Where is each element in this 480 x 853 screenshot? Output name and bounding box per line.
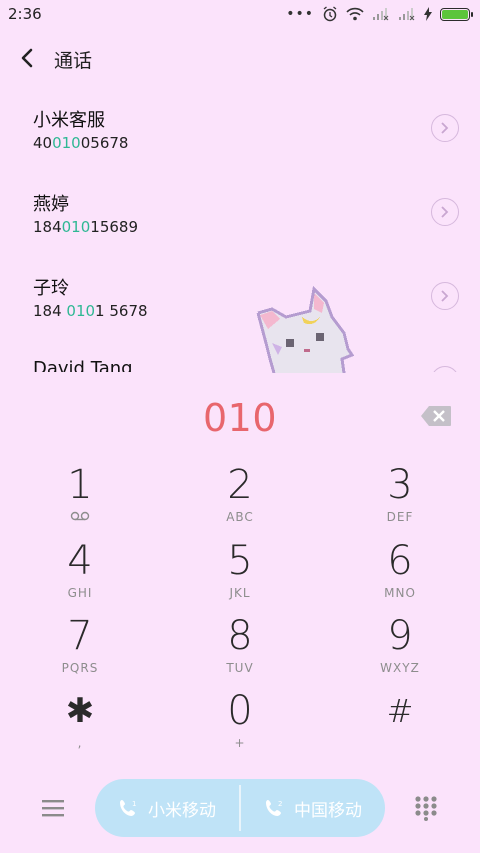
contact-name: David Tang [33, 358, 133, 372]
key-1[interactable]: 1 [0, 462, 160, 538]
status-bar: 2:36 ••• [0, 0, 480, 28]
backspace-icon[interactable] [420, 405, 452, 427]
contact-number: 184 0101 5678 [33, 302, 148, 320]
call-sim1-button[interactable]: 1 小米移动 [95, 779, 239, 837]
voicemail-icon [70, 511, 90, 521]
key-2[interactable]: 2 ABC [160, 462, 320, 538]
contact-row[interactable]: 小米客服 4001005678 [0, 92, 480, 176]
pixel-cat-sticker [256, 285, 355, 373]
key-6[interactable]: 6 MNO [320, 538, 480, 614]
contact-row[interactable]: 燕婷 18401015689 [0, 176, 480, 260]
header: 通话 [0, 40, 480, 76]
page-title: 通话 [54, 50, 93, 72]
charging-icon [424, 7, 432, 21]
key-star[interactable]: ✱ , [0, 688, 160, 764]
status-time: 2:36 [8, 5, 42, 23]
contact-detail-button[interactable] [431, 366, 459, 372]
sim2-label: 中国移动 [294, 800, 362, 821]
number-match-highlight: 010 [66, 302, 96, 320]
call-sim2-button[interactable]: 2 中国移动 [241, 779, 385, 837]
contact-detail-button[interactable] [431, 282, 459, 310]
svg-text:1: 1 [132, 800, 136, 808]
number-match-highlight: 010 [61, 218, 91, 236]
contact-row[interactable]: David Tang [0, 344, 480, 372]
number-match-highlight: 010 [52, 134, 81, 152]
phone-sim1-icon: 1 [120, 800, 136, 816]
signal-sim2-icon [399, 8, 415, 21]
key-8[interactable]: 8 TUV [160, 613, 320, 689]
contact-name: 子玲 [33, 278, 69, 299]
key-hash[interactable]: # [320, 688, 480, 764]
svg-text:2: 2 [278, 800, 282, 808]
contact-row[interactable]: 子玲 184 0101 5678 [0, 260, 480, 344]
key-5[interactable]: 5 JKL [160, 538, 320, 614]
key-3[interactable]: 3 DEF [320, 462, 480, 538]
contact-detail-button[interactable] [431, 114, 459, 142]
signal-sim1-icon [373, 8, 389, 21]
contact-number: 4001005678 [33, 134, 129, 152]
key-0[interactable]: 0 + [160, 688, 320, 764]
more-dots-icon: ••• [286, 6, 314, 22]
alarm-icon [323, 6, 337, 22]
status-icons: ••• [286, 6, 473, 22]
dual-sim-call-buttons: 1 小米移动 2 中国移动 [95, 779, 385, 837]
wifi-icon [346, 7, 364, 21]
phone-sim2-icon: 2 [266, 800, 282, 816]
contact-detail-button[interactable] [431, 198, 459, 226]
dialed-number-display: 010 [202, 396, 278, 440]
chevron-right-icon [441, 206, 449, 218]
chevron-right-icon [441, 122, 449, 134]
key-9[interactable]: 9 WXYZ [320, 613, 480, 689]
contact-results-list[interactable]: 小米客服 4001005678 燕婷 18401015689 子玲 184 01… [0, 92, 480, 372]
menu-icon[interactable] [40, 797, 66, 819]
contact-name: 小米客服 [33, 110, 105, 131]
back-arrow-icon[interactable] [18, 46, 38, 70]
contact-name: 燕婷 [33, 194, 69, 215]
battery-icon [440, 7, 473, 21]
key-7[interactable]: 7 PQRS [0, 613, 160, 689]
chevron-right-icon [441, 290, 449, 302]
dialpad-toggle-icon[interactable] [414, 795, 438, 821]
contact-number: 18401015689 [33, 218, 138, 236]
key-4[interactable]: 4 GHI [0, 538, 160, 614]
sim1-label: 小米移动 [148, 800, 216, 821]
